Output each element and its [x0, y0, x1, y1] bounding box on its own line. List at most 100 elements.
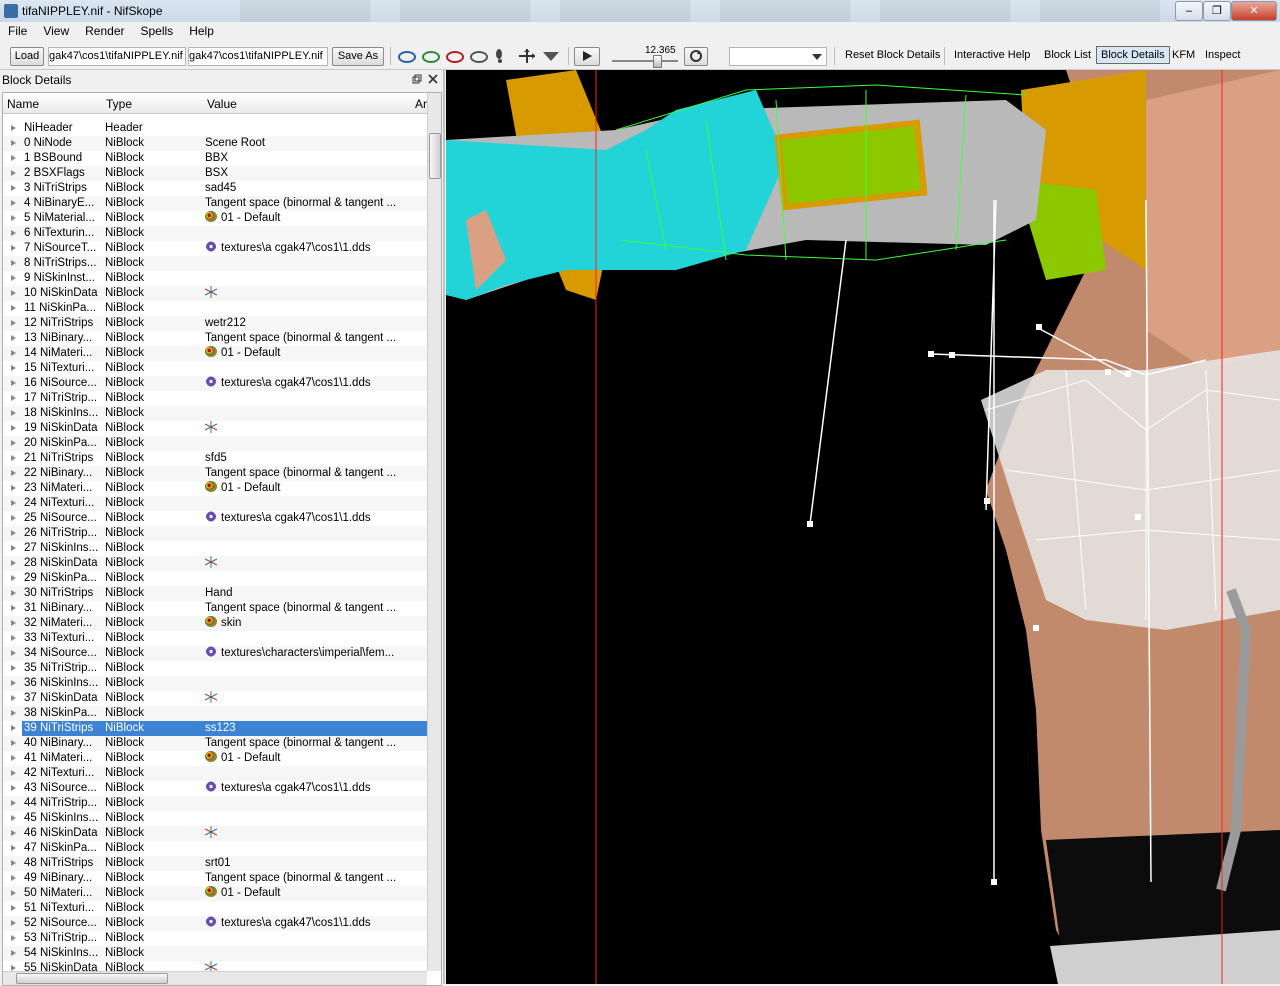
row-cells[interactable]: 3 NiTriStrips NiBlock sad45 — [22, 181, 427, 196]
expand-arrow-icon[interactable] — [11, 680, 16, 686]
row-cells[interactable]: 43 NiSource... NiBlock textures\a cgak47\c… — [22, 781, 427, 796]
row-cells[interactable]: 23 NiMateri... NiBlock 01 - Default — [22, 481, 427, 496]
load-button[interactable]: Load — [10, 47, 44, 66]
expand-arrow-icon[interactable] — [11, 560, 16, 566]
row-cells[interactable]: 2 BSXFlags NiBlock BSX — [22, 166, 427, 181]
expand-arrow-icon[interactable] — [11, 200, 16, 206]
tree-row[interactable]: 2 BSXFlags NiBlock BSX — [3, 166, 427, 181]
expand-arrow-icon[interactable] — [11, 575, 16, 581]
tree-row[interactable]: 3 NiTriStrips NiBlock sad45 — [3, 181, 427, 196]
tree-row[interactable]: 45 NiSkinIns... NiBlock — [3, 811, 427, 826]
expand-arrow-icon[interactable] — [11, 170, 16, 176]
row-cells[interactable]: 9 NiSkinInst... NiBlock — [22, 271, 427, 286]
tree-row[interactable]: 5 NiMaterial... NiBlock 01 - Default — [3, 211, 427, 226]
tree-row[interactable]: 36 NiSkinIns... NiBlock — [3, 676, 427, 691]
expand-arrow-icon[interactable] — [11, 140, 16, 146]
row-cells[interactable]: 15 NiTexturi... NiBlock — [22, 361, 427, 376]
expand-arrow-icon[interactable] — [11, 620, 16, 626]
tree-row[interactable]: 40 NiBinary... NiBlock Tangent space (bino… — [3, 736, 427, 751]
title-bar[interactable]: tifaNIPPLEY.nif - NifSkope – ❐ ✕ — [0, 0, 1280, 22]
row-cells[interactable]: 42 NiTexturi... NiBlock — [22, 766, 427, 781]
expand-arrow-icon[interactable] — [11, 215, 16, 221]
expand-arrow-icon[interactable] — [11, 800, 16, 806]
row-cells[interactable]: 10 NiSkinData NiBlock — [22, 286, 427, 301]
tree-row[interactable]: 10 NiSkinData NiBlock — [3, 286, 427, 301]
view-red-eye-icon[interactable] — [446, 51, 464, 63]
row-cells[interactable]: 1 BSBound NiBlock BBX — [22, 151, 427, 166]
tree-row[interactable]: 18 NiSkinIns... NiBlock — [3, 406, 427, 421]
row-cells[interactable]: 37 NiSkinData NiBlock — [22, 691, 427, 706]
expand-arrow-icon[interactable] — [11, 335, 16, 341]
block-details-toggle[interactable]: Block Details — [1096, 46, 1170, 64]
row-cells[interactable]: 32 NiMateri... NiBlock skin — [22, 616, 427, 631]
row-cells[interactable]: 30 NiTriStrips NiBlock Hand — [22, 586, 427, 601]
tree-row[interactable]: 21 NiTriStrips NiBlock sfd5 — [3, 451, 427, 466]
row-cells[interactable]: 31 NiBinary... NiBlock Tangent space (bino… — [22, 601, 427, 616]
row-cells[interactable]: 53 NiTriStrip... NiBlock — [22, 931, 427, 946]
time-slider-track[interactable] — [612, 60, 678, 62]
expand-arrow-icon[interactable] — [11, 125, 16, 131]
row-cells[interactable]: 7 NiSourceT... NiBlock textures\a cgak47\c… — [22, 241, 427, 256]
tree-row[interactable]: 48 NiTriStrips NiBlock srt01 — [3, 856, 427, 871]
expand-arrow-icon[interactable] — [11, 815, 16, 821]
tree-row[interactable]: 12 NiTriStrips NiBlock wetr212 — [3, 316, 427, 331]
tree-row[interactable]: 7 NiSourceT... NiBlock textures\a cgak47\c… — [3, 241, 427, 256]
expand-arrow-icon[interactable] — [11, 185, 16, 191]
tree-row[interactable]: 46 NiSkinData NiBlock — [3, 826, 427, 841]
expand-arrow-icon[interactable] — [11, 395, 16, 401]
expand-arrow-icon[interactable] — [11, 380, 16, 386]
menu-file[interactable]: File — [0, 22, 35, 38]
row-cells[interactable]: 24 NiTexturi... NiBlock — [22, 496, 427, 511]
tree-row[interactable]: 26 NiTriStrip... NiBlock — [3, 526, 427, 541]
play-button[interactable] — [574, 47, 600, 66]
row-cells[interactable]: 48 NiTriStrips NiBlock srt01 — [22, 856, 427, 871]
row-cells[interactable]: 34 NiSource... NiBlock textures\characters… — [22, 646, 427, 661]
row-cells[interactable]: 8 NiTriStrips... NiBlock — [22, 256, 427, 271]
tree-row[interactable]: 25 NiSource... NiBlock textures\a cgak47\c… — [3, 511, 427, 526]
horizontal-scrollbar[interactable] — [3, 971, 427, 985]
expand-arrow-icon[interactable] — [11, 890, 16, 896]
tree-row[interactable]: 35 NiTriStrip... NiBlock — [3, 661, 427, 676]
expand-arrow-icon[interactable] — [11, 650, 16, 656]
expand-arrow-icon[interactable] — [11, 275, 16, 281]
tree-row[interactable]: 1 BSBound NiBlock BBX — [3, 151, 427, 166]
expand-arrow-icon[interactable] — [11, 455, 16, 461]
tree-row[interactable]: 47 NiSkinPa... NiBlock — [3, 841, 427, 856]
kfm-toggle[interactable]: KFM — [1172, 49, 1195, 61]
expand-arrow-icon[interactable] — [11, 530, 16, 536]
expand-arrow-icon[interactable] — [11, 290, 16, 296]
tree-row[interactable]: 38 NiSkinPa... NiBlock — [3, 706, 427, 721]
render-viewport[interactable] — [446, 70, 1280, 984]
float-dock-icon[interactable] — [412, 74, 422, 84]
expand-arrow-icon[interactable] — [11, 830, 16, 836]
row-cells[interactable]: 36 NiSkinIns... NiBlock — [22, 676, 427, 691]
expand-arrow-icon[interactable] — [11, 440, 16, 446]
expand-arrow-icon[interactable] — [11, 950, 16, 956]
row-cells[interactable]: 18 NiSkinIns... NiBlock — [22, 406, 427, 421]
tree-row[interactable]: 9 NiSkinInst... NiBlock — [3, 271, 427, 286]
column-header-value[interactable]: Value — [207, 97, 237, 111]
row-cells[interactable]: 39 NiTriStrips NiBlock ss123 — [22, 721, 427, 736]
expand-arrow-icon[interactable] — [11, 260, 16, 266]
row-cells[interactable]: 33 NiTexturi... NiBlock — [22, 631, 427, 646]
tree-row[interactable]: 42 NiTexturi... NiBlock — [3, 766, 427, 781]
row-cells[interactable]: 19 NiSkinData NiBlock — [22, 421, 427, 436]
expand-arrow-icon[interactable] — [11, 155, 16, 161]
row-cells[interactable]: 51 NiTexturi... NiBlock — [22, 901, 427, 916]
tree-row[interactable]: 29 NiSkinPa... NiBlock — [3, 571, 427, 586]
tree-row[interactable]: 22 NiBinary... NiBlock Tangent space (bino… — [3, 466, 427, 481]
row-cells[interactable]: 41 NiMateri... NiBlock 01 - Default — [22, 751, 427, 766]
reset-block-details-button[interactable]: Reset Block Details — [845, 49, 940, 61]
row-cells[interactable]: 22 NiBinary... NiBlock Tangent space (bino… — [22, 466, 427, 481]
tree-row[interactable]: 37 NiSkinData NiBlock — [3, 691, 427, 706]
tree-row[interactable]: 49 NiBinary... NiBlock Tangent space (bino… — [3, 871, 427, 886]
tree-row[interactable]: NiHeader Header — [3, 121, 427, 136]
column-header-type[interactable]: Type — [106, 97, 132, 111]
row-cells[interactable]: 38 NiSkinPa... NiBlock — [22, 706, 427, 721]
row-cells[interactable]: 6 NiTexturin... NiBlock — [22, 226, 427, 241]
scrollbar-thumb[interactable] — [429, 133, 441, 179]
expand-arrow-icon[interactable] — [11, 425, 16, 431]
close-button[interactable]: ✕ — [1231, 1, 1277, 21]
tree-row[interactable]: 51 NiTexturi... NiBlock — [3, 901, 427, 916]
tree-row[interactable]: 0 NiNode NiBlock Scene Root — [3, 136, 427, 151]
